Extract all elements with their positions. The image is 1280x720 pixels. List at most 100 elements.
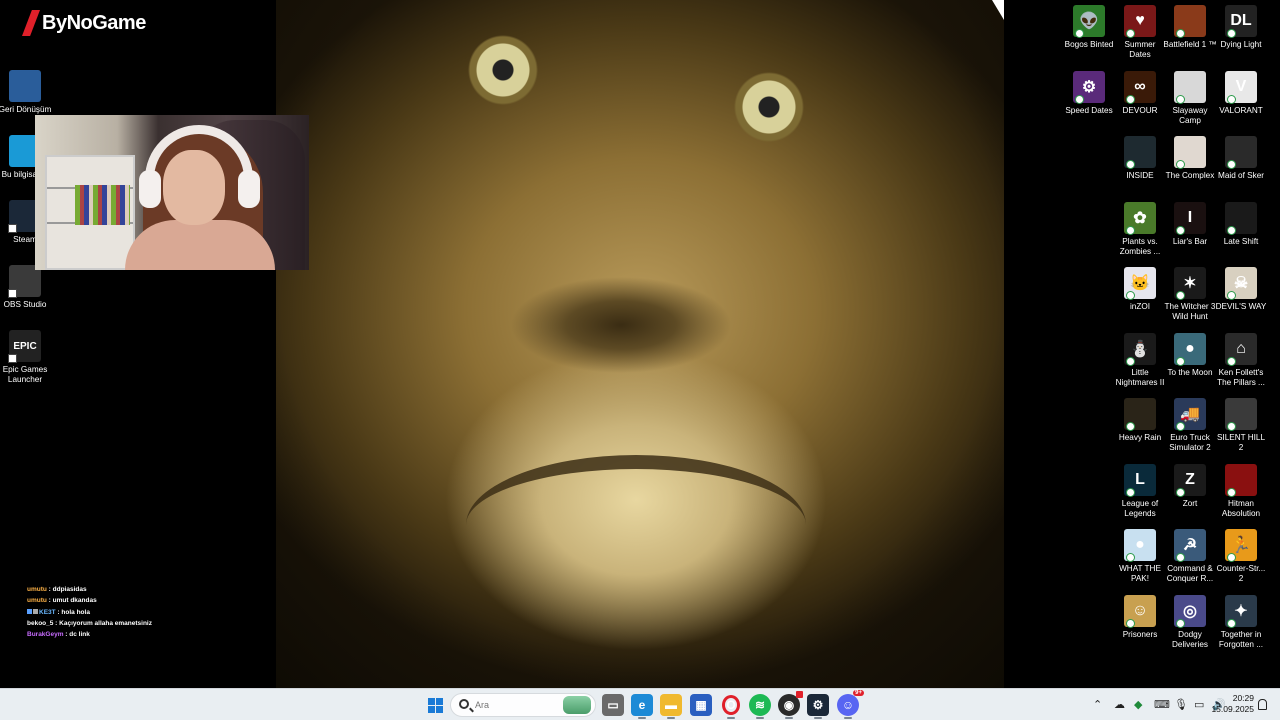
microsoft-store-glyph-icon: ▦ bbox=[695, 698, 707, 712]
defender-shield-icon[interactable]: ◆ bbox=[1134, 698, 1142, 711]
taskbar-edge-icon[interactable]: e bbox=[631, 694, 653, 716]
taskbar-clock[interactable]: 20:29 15.09.2025 bbox=[1208, 693, 1254, 715]
network-icon[interactable]: ▭ bbox=[1194, 698, 1204, 711]
desktop-game-icon[interactable]: ☺ Prisoners bbox=[1113, 594, 1167, 640]
desktop-icon-label: Dying Light bbox=[1220, 40, 1262, 49]
desktop-icon-label: WHAT THE PAK! bbox=[1119, 564, 1161, 583]
language-icon[interactable]: ⌨ bbox=[1154, 698, 1170, 711]
desktop-game-icon[interactable]: ☠ DEVIL'S WAY bbox=[1214, 267, 1268, 312]
game-icon bbox=[1225, 463, 1257, 497]
sync-check-icon bbox=[1176, 29, 1185, 38]
desktop-icon-epic-games[interactable]: EPIC Epic Games Launcher bbox=[0, 330, 52, 385]
sync-check-icon bbox=[1227, 29, 1236, 38]
desktop-game-icon[interactable]: 👽 Bogos Binted bbox=[1062, 5, 1116, 50]
desktop-game-icon[interactable]: ∞ DEVOUR bbox=[1113, 70, 1167, 116]
game-icon bbox=[1225, 136, 1257, 169]
desktop-game-icon[interactable]: L League of Legends bbox=[1113, 463, 1167, 519]
desktop-game-icon[interactable]: V VALORANT bbox=[1214, 70, 1268, 116]
sync-check-icon bbox=[1227, 487, 1236, 497]
desktop-icon-label: SILENT HILL 2 bbox=[1216, 433, 1266, 452]
start-button[interactable] bbox=[424, 694, 446, 716]
desktop-game-icon[interactable]: The Complex bbox=[1163, 136, 1217, 181]
sync-check-icon bbox=[1176, 422, 1185, 431]
webcam-headset-left-ear bbox=[139, 170, 161, 208]
taskbar-opera-icon[interactable]: O bbox=[722, 695, 740, 715]
game-icon: 👽 bbox=[1073, 5, 1105, 38]
desktop-game-icon[interactable]: ◎ Dodgy Deliveries bbox=[1163, 594, 1217, 650]
desktop-game-icon[interactable]: 🚚 Euro Truck Simulator 2 bbox=[1163, 398, 1217, 453]
desktop-game-icon[interactable]: SILENT HILL 2 bbox=[1214, 398, 1268, 453]
running-indicator bbox=[667, 717, 675, 719]
desktop-icon-label: Heavy Rain bbox=[1118, 433, 1162, 442]
lion-right-eye bbox=[734, 72, 804, 142]
lion-nose bbox=[511, 265, 731, 385]
running-indicator bbox=[756, 717, 764, 719]
desktop-game-icon[interactable]: ⚙ Speed Dates bbox=[1062, 70, 1116, 116]
game-icon: L bbox=[1124, 463, 1156, 497]
stream-logo-text: ByNoGame bbox=[42, 11, 146, 34]
sync-check-icon bbox=[1126, 487, 1135, 497]
sync-check-icon bbox=[1176, 225, 1185, 235]
desktop-game-icon[interactable]: Late Shift bbox=[1214, 201, 1268, 247]
game-glyph-icon: ⌂ bbox=[1236, 339, 1246, 357]
desktop-icon-label: DEVIL'S WAY bbox=[1215, 302, 1267, 311]
desktop-game-icon[interactable]: ✦ Together in Forgotten ... bbox=[1214, 594, 1268, 650]
desktop-game-icon[interactable]: Maid of Sker bbox=[1214, 136, 1268, 181]
notification-bell-icon[interactable] bbox=[1258, 699, 1267, 710]
game-icon bbox=[1174, 70, 1206, 104]
sync-check-icon bbox=[1126, 356, 1135, 366]
desktop-game-icon[interactable]: ⛄ Little Nightmares II bbox=[1113, 332, 1167, 388]
taskbar-task-view-icon[interactable]: ▭ bbox=[602, 694, 624, 716]
chat-text: : ddpiasidas bbox=[46, 586, 87, 593]
show-hidden-icons-chevron-icon[interactable]: ⌃ bbox=[1093, 698, 1102, 711]
desktop-game-icon[interactable]: Battlefield 1 ™ bbox=[1163, 5, 1217, 50]
sync-check-icon bbox=[1126, 29, 1135, 38]
desktop-icon-label: INSIDE bbox=[1126, 171, 1154, 180]
desktop-icon-label: The Witcher 3 Wild Hunt bbox=[1164, 302, 1216, 321]
taskbar-microsoft-store-icon[interactable]: ▦ bbox=[690, 694, 712, 716]
epic-games-icon: EPIC bbox=[8, 330, 41, 363]
desktop-game-icon[interactable]: 🐱 inZOI bbox=[1113, 267, 1167, 312]
chat-overlay: umutu : ddpiasidas umutu : umut dkandas KE… bbox=[27, 584, 152, 640]
desktop-game-icon[interactable]: ⌂ Ken Follett's The Pillars ... bbox=[1214, 332, 1268, 388]
game-icon bbox=[1124, 136, 1156, 169]
desktop-game-icon[interactable]: INSIDE bbox=[1113, 136, 1167, 181]
taskbar-file-explorer-icon[interactable]: ▬ bbox=[660, 694, 682, 716]
sync-check-icon bbox=[1176, 618, 1185, 628]
stream-logo: ByNoGame bbox=[22, 10, 146, 36]
taskbar-search[interactable] bbox=[450, 693, 596, 717]
desktop-game-icon[interactable]: ♥ Summer Dates bbox=[1113, 5, 1167, 60]
desktop-game-icon[interactable]: 🏃 Counter-Str... 2 bbox=[1214, 529, 1268, 584]
game-icon: ✦ bbox=[1225, 594, 1257, 628]
lion-image-window[interactable] bbox=[276, 0, 1004, 688]
sync-check-icon bbox=[1126, 422, 1135, 431]
desktop-game-icon[interactable]: ● WHAT THE PAK! bbox=[1113, 529, 1167, 584]
search-input[interactable] bbox=[475, 698, 555, 712]
onedrive-cloud-icon[interactable]: ☁ bbox=[1114, 698, 1125, 711]
desktop-game-icon[interactable]: DL Dying Light bbox=[1214, 5, 1268, 50]
desktop-game-icon[interactable]: Z Zort bbox=[1163, 463, 1217, 509]
desktop-icon-obs[interactable]: OBS Studio bbox=[0, 265, 52, 310]
sync-check-icon bbox=[1227, 618, 1236, 628]
desktop-icon-recycle-bin[interactable]: Geri Dönüşüm bbox=[0, 70, 52, 115]
desktop-game-icon[interactable]: ● To the Moon bbox=[1163, 332, 1217, 378]
obs-recording-indicator-icon bbox=[796, 691, 803, 698]
taskbar-obs-icon[interactable]: ◉ bbox=[778, 691, 803, 716]
desktop-game-icon[interactable]: I Liar's Bar bbox=[1163, 201, 1217, 247]
desktop-game-icon[interactable]: ✿ Plants vs. Zombies ... bbox=[1113, 201, 1167, 257]
desktop-game-icon[interactable]: Hitman Absolution bbox=[1214, 463, 1268, 519]
game-icon: ♥ bbox=[1124, 5, 1156, 38]
desktop-game-icon[interactable]: ✶ The Witcher 3 Wild Hunt bbox=[1163, 267, 1217, 322]
desktop-game-icon[interactable]: Slayaway Camp bbox=[1163, 70, 1217, 126]
microphone-icon[interactable]: 🎙 bbox=[1174, 698, 1188, 711]
taskbar-steam-icon[interactable]: ⚙ bbox=[807, 694, 829, 716]
desktop-game-icon[interactable]: ☭ Command & Conquer R... bbox=[1163, 529, 1217, 584]
desktop-icon-label: Plants vs. Zombies ... bbox=[1119, 236, 1161, 256]
clock-date: 15.09.2025 bbox=[1211, 704, 1254, 714]
desktop-game-icon[interactable]: Heavy Rain bbox=[1113, 398, 1167, 443]
taskbar-discord-icon[interactable]: ☺ 9+ bbox=[837, 690, 864, 716]
sync-check-icon bbox=[1176, 356, 1185, 366]
webcam-headset-right-ear bbox=[238, 170, 260, 208]
taskbar-spotify-icon[interactable]: ≋ bbox=[749, 694, 771, 716]
game-glyph-icon: ● bbox=[1185, 339, 1195, 357]
